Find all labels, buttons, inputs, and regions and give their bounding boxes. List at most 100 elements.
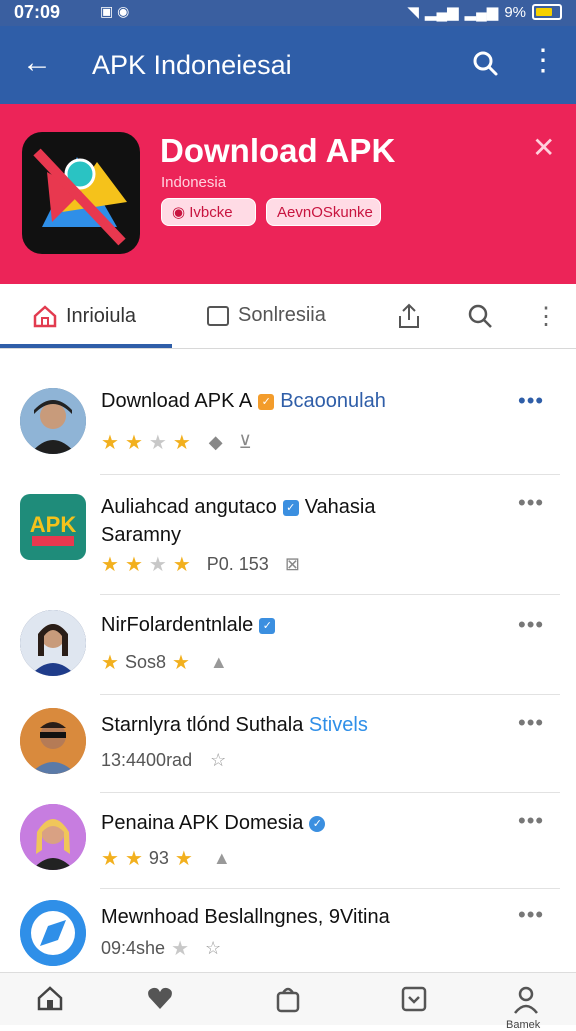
star-icon: ★ — [101, 652, 119, 674]
home-icon — [33, 305, 57, 328]
item-more-icon[interactable]: ••• — [518, 710, 544, 736]
divider — [100, 888, 560, 889]
item-more-icon[interactable]: ••• — [518, 808, 544, 834]
status-bar: 07:09 ▣ ◉ ◥ ▂▄▆ ▂▄▆ 9% — [0, 0, 576, 26]
banner-subtitle: Indonesia — [161, 174, 227, 191]
tab-indicator — [0, 344, 172, 348]
item-more-icon[interactable]: ••• — [518, 902, 544, 928]
item-title-text: Penaina APK Domesia — [101, 812, 304, 834]
battery-icon — [532, 4, 562, 20]
app-bar-title: APK Indoneiesai — [92, 50, 292, 80]
avatar: APK — [20, 494, 86, 560]
verified-badge-icon: ✓ — [309, 815, 326, 832]
more-vert-icon[interactable]: ⋮ — [528, 46, 558, 76]
tag-icon: ◆ — [208, 432, 223, 452]
app-bar: ← APK Indoneiesai ⋮ — [0, 26, 576, 104]
list-item-title: Penaina APK Domesia ✓ — [101, 812, 331, 835]
verified-badge-icon: ✓ — [282, 499, 299, 516]
item-meta-text: 93 — [148, 848, 169, 868]
tab-home-label: Inrioiula — [66, 304, 137, 327]
divider — [100, 474, 560, 475]
avatar — [20, 610, 86, 676]
nav-favorite-icon[interactable] — [146, 985, 174, 1016]
divider — [100, 792, 560, 793]
star-empty-icon: ★ — [148, 554, 167, 576]
banner-title: Download APK — [160, 132, 396, 169]
tab-bar: Inrioiula Sonlresiia ⋮ — [0, 284, 576, 349]
nav-home-icon[interactable] — [36, 985, 64, 1016]
search-icon[interactable] — [470, 48, 500, 83]
notification-icons: ▣ ◉ — [100, 3, 130, 19]
avatar — [20, 804, 86, 870]
close-icon[interactable]: ✕ — [532, 134, 555, 162]
nav-download-icon[interactable] — [400, 985, 428, 1018]
list-item-title: NirFolardentnlale ✓ — [101, 614, 281, 637]
star-icon: ★ — [171, 652, 190, 674]
item-more-icon[interactable]: ••• — [518, 388, 544, 414]
list-item-title: Auliahcad angutaco ✓ Vahasia — [101, 496, 376, 519]
star-icon: ★ — [101, 432, 119, 454]
tab-more-icon[interactable]: ⋮ — [534, 302, 558, 331]
verified-badge-icon: ✓ — [258, 393, 275, 410]
promo-banner: Download APK Indonesia ◉ Ivbcke AevnOSku… — [0, 104, 576, 284]
star-icon: ★ — [172, 432, 191, 454]
item-title-text: Download APK A — [101, 390, 253, 412]
avatar — [20, 388, 86, 454]
app-logo — [22, 132, 140, 254]
bookmark-icon: ⊠ — [284, 554, 300, 574]
list-item-title: Starnlyra tlónd Suthala Stivels — [101, 714, 368, 737]
star-outline-icon: ☆ — [205, 938, 222, 958]
back-arrow-icon[interactable]: ← — [22, 46, 52, 80]
item-tag: Stivels — [308, 714, 368, 736]
wifi-icon: ◥ — [407, 4, 419, 21]
star-icon: ★ — [172, 554, 191, 576]
item-title-text: Mewnhoad Beslallngnes, 9Vitina — [101, 906, 390, 928]
star-outline-icon: ☆ — [210, 750, 227, 770]
tab-second-label: Sonlresiia — [238, 304, 326, 326]
item-more-icon[interactable]: ••• — [518, 490, 544, 516]
verified-badge-icon: ✓ — [259, 617, 276, 634]
divider — [100, 594, 560, 595]
status-right: ◥ ▂▄▆ ▂▄▆ 9% — [407, 3, 562, 21]
star-icon: ★ — [124, 554, 143, 576]
banner-chip-2[interactable]: AevnOSkunke — [266, 198, 381, 226]
download-icon: ⊻ — [238, 432, 252, 452]
share-icon[interactable] — [396, 302, 422, 335]
item-title-text: Starnlyra tlónd Suthala — [101, 714, 304, 736]
item-meta-text: Sos8 — [124, 652, 166, 672]
avatar — [20, 900, 86, 966]
item-meta-text: P0. 153 — [206, 554, 269, 574]
list-item-meta: ★ ★ ★ ★ P0. 153 ⊠ — [101, 552, 300, 577]
list-item-meta: ★ ★ ★ ★ ◆ ⊻ — [101, 430, 252, 455]
banner-chip-1[interactable]: ◉ Ivbcke — [161, 198, 256, 226]
star-icon: ★ — [174, 848, 193, 870]
signal-icon: ▂▄▆ — [424, 4, 459, 21]
list-item-title: Download APK A ✓ Bcaoonulah — [101, 390, 386, 413]
home-small-icon: ▲ — [209, 652, 228, 672]
star-icon: ★ — [101, 848, 119, 870]
item-tag: Bcaoonulah — [280, 390, 386, 412]
star-empty-icon: ★ — [171, 938, 189, 960]
star-empty-icon: ★ — [148, 432, 167, 454]
star-icon: ★ — [124, 432, 143, 454]
item-tag: Vahasia — [304, 496, 376, 518]
divider — [100, 694, 560, 695]
star-icon: ★ — [124, 848, 143, 870]
list-item-title: Mewnhoad Beslallngnes, 9Vitina — [101, 906, 390, 929]
item-title-text: NirFolardentnlale — [101, 614, 254, 636]
nav-bag-icon[interactable] — [274, 985, 302, 1018]
item-more-icon[interactable]: ••• — [518, 612, 544, 638]
item-title-text: Auliahcad angutaco — [101, 496, 277, 518]
tab-home[interactable]: Inrioiula — [32, 304, 136, 328]
signal-icon-2: ▂▄▆ — [464, 4, 499, 21]
nav-profile-label: Bamek — [506, 1019, 541, 1031]
item-title-line2: Saramny — [101, 524, 182, 546]
svg-text:APK: APK — [30, 512, 77, 537]
item-meta-text: 09:4she — [101, 938, 166, 958]
list-item-meta: 09:4she ★ ☆ — [101, 936, 221, 961]
tab-search-icon[interactable] — [466, 302, 494, 335]
avatar — [20, 708, 86, 774]
nav-profile-icon[interactable] — [512, 985, 540, 1020]
chip-1-label: Ivbcke — [189, 204, 233, 221]
tab-second[interactable]: Sonlresiia — [206, 304, 326, 327]
